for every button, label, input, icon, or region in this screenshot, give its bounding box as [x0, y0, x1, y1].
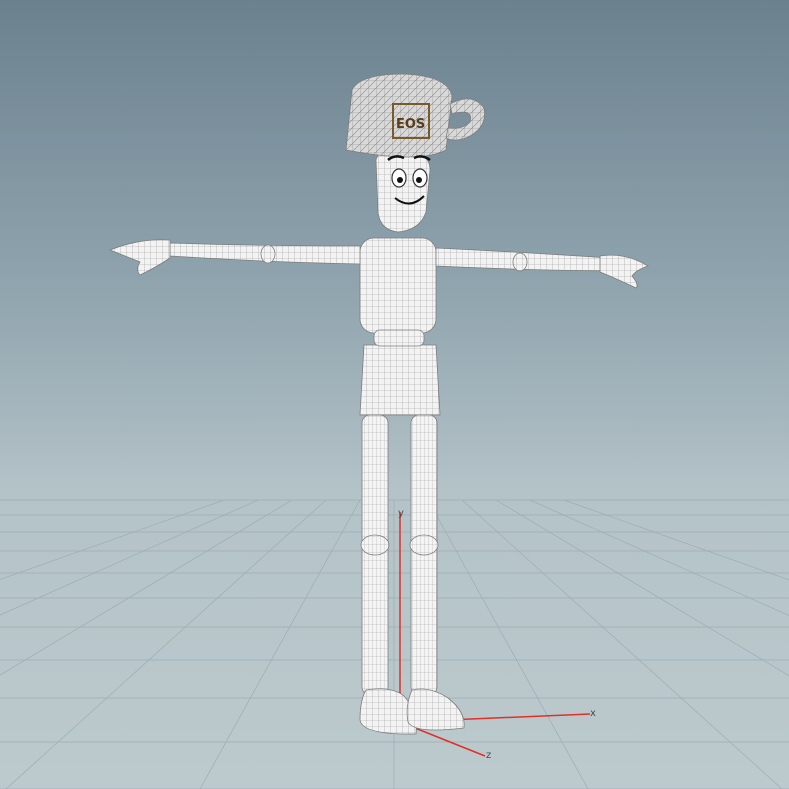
cup-hat — [345, 73, 453, 158]
character-model[interactable] — [108, 73, 649, 735]
floor-grid — [0, 499, 789, 789]
cup-handle — [445, 98, 485, 141]
head — [375, 149, 431, 233]
hips — [359, 344, 441, 416]
x-axis-label: x — [590, 708, 596, 719]
right-hand — [599, 254, 649, 289]
z-axis-label: z — [486, 750, 491, 761]
scene-canvas[interactable]: y x z EOS — [0, 0, 789, 789]
torso — [359, 237, 437, 334]
left-hand — [108, 239, 171, 276]
3d-viewport[interactable]: y x z EOS — [0, 0, 789, 789]
cup-logo-text: EOS — [396, 117, 425, 132]
y-axis-label: y — [398, 508, 404, 519]
right-foot — [406, 688, 465, 731]
